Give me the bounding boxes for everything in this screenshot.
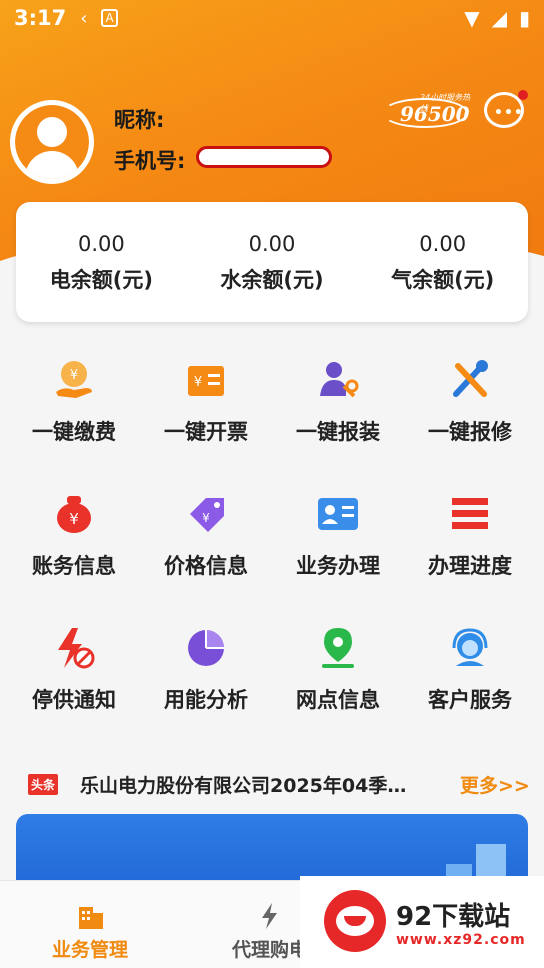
phone-redaction	[196, 146, 332, 168]
grid-item-label: 客户服务	[428, 688, 512, 712]
balance-label: 电余额(元)	[49, 268, 153, 292]
more-link[interactable]: 更多>>	[460, 771, 530, 798]
status-time: 3:17	[14, 6, 67, 30]
hotline-logo[interactable]: 24小时服务热线 96500	[380, 92, 472, 128]
location-pin-icon	[316, 626, 360, 670]
watermark-logo-icon	[324, 890, 386, 952]
hotline-number: 96500	[400, 102, 470, 126]
balance-card: 0.00 电余额(元) 0.00 水余额(元) 0.00 气余额(元)	[16, 202, 528, 322]
grid-item-label: 用能分析	[164, 688, 248, 712]
balance-value: 0.00	[77, 232, 125, 256]
grid-item-label: 账务信息	[32, 554, 116, 578]
id-card-icon	[316, 492, 360, 536]
unread-badge	[518, 90, 528, 100]
tab-label: 业务管理	[51, 939, 128, 961]
signal-icon: ◢	[491, 6, 507, 30]
grid-item-label: 一键报修	[428, 420, 512, 444]
grid-item-invoice[interactable]: ¥ 一键开票	[140, 358, 272, 444]
grid-item-label: 一键缴费	[32, 420, 116, 444]
grid-item-label: 业务办理	[296, 554, 380, 578]
grid-item-label: 办理进度	[428, 554, 512, 578]
watermark-url: www.xz92.com	[396, 932, 526, 948]
avatar[interactable]	[10, 100, 94, 184]
power-off-icon	[52, 626, 96, 670]
phone-label: 手机号:	[114, 149, 186, 173]
svg-text:¥: ¥	[70, 368, 78, 383]
svg-text:¥: ¥	[202, 511, 210, 525]
price-tag-icon: ¥	[184, 492, 228, 536]
nickname-label: 昵称:	[114, 108, 165, 132]
progress-list-icon	[448, 492, 492, 536]
grid-item-label: 停供通知	[32, 688, 116, 712]
building-icon	[0, 901, 180, 931]
grid-item-analysis[interactable]: 用能分析	[140, 626, 272, 712]
grid-item-outlets[interactable]: 网点信息	[272, 626, 404, 712]
electric-balance[interactable]: 0.00 电余额(元)	[16, 202, 187, 322]
grid-item-repair[interactable]: 一键报修	[404, 358, 536, 444]
watermark-overlay: 92下载站 www.xz92.com	[300, 876, 544, 968]
grid-item-label: 一键报装	[296, 420, 380, 444]
avatar-placeholder-icon	[15, 105, 89, 179]
pie-chart-icon	[184, 626, 228, 670]
grid-item-outage[interactable]: 停供通知	[8, 626, 140, 712]
status-bar: 3:17 ‹ A ▼ ◢ ▮	[0, 0, 544, 36]
battery-icon: ▮	[518, 6, 530, 30]
watermark-name: 92下载站	[396, 902, 511, 932]
grid-item-install[interactable]: 一键报装	[272, 358, 404, 444]
message-button[interactable]: •••	[484, 90, 528, 134]
repair-icon	[448, 358, 492, 402]
water-balance[interactable]: 0.00 水余额(元)	[187, 202, 358, 322]
tab-business[interactable]: 业务管理	[0, 881, 180, 968]
balance-label: 气余额(元)	[391, 268, 495, 292]
grid-item-price[interactable]: ¥ 价格信息	[140, 492, 272, 578]
install-icon	[316, 358, 360, 402]
grid-item-business[interactable]: 业务办理	[272, 492, 404, 578]
headset-icon	[448, 626, 492, 670]
headline-badge: 头条	[28, 773, 59, 795]
news-ticker[interactable]: 头条 乐山电力股份有限公司2025年04季… 更多>>	[28, 770, 534, 798]
balance-label: 水余额(元)	[220, 268, 324, 292]
invoice-icon: ¥	[184, 358, 228, 402]
svg-text:¥: ¥	[194, 375, 202, 390]
bill-icon: ¥	[52, 492, 96, 536]
news-headline[interactable]: 乐山电力股份有限公司2025年04季…	[80, 771, 450, 798]
grid-item-label: 网点信息	[296, 688, 380, 712]
grid-item-progress[interactable]: 办理进度	[404, 492, 536, 578]
balance-value: 0.00	[248, 232, 296, 256]
grid-item-label: 价格信息	[164, 554, 248, 578]
payment-icon: ¥	[52, 358, 96, 402]
gas-balance[interactable]: 0.00 气余额(元)	[357, 202, 528, 322]
wifi-icon: ▼	[464, 6, 480, 30]
svg-text:¥: ¥	[69, 510, 79, 528]
flutter-icon: ‹	[80, 7, 88, 29]
grid-item-payment[interactable]: ¥ 一键缴费	[8, 358, 140, 444]
grid-item-label: 一键开票	[164, 420, 248, 444]
grid-item-bill[interactable]: ¥ 账务信息	[8, 492, 140, 578]
notification-a-icon: A	[101, 9, 118, 27]
grid-item-service[interactable]: 客户服务	[404, 626, 536, 712]
service-grid: ¥ 一键缴费 ¥ 一键开票 一键报装 一键报修 ¥ 账务信息 ¥ 价格信息 业务…	[8, 358, 536, 712]
balance-value: 0.00	[419, 232, 467, 256]
